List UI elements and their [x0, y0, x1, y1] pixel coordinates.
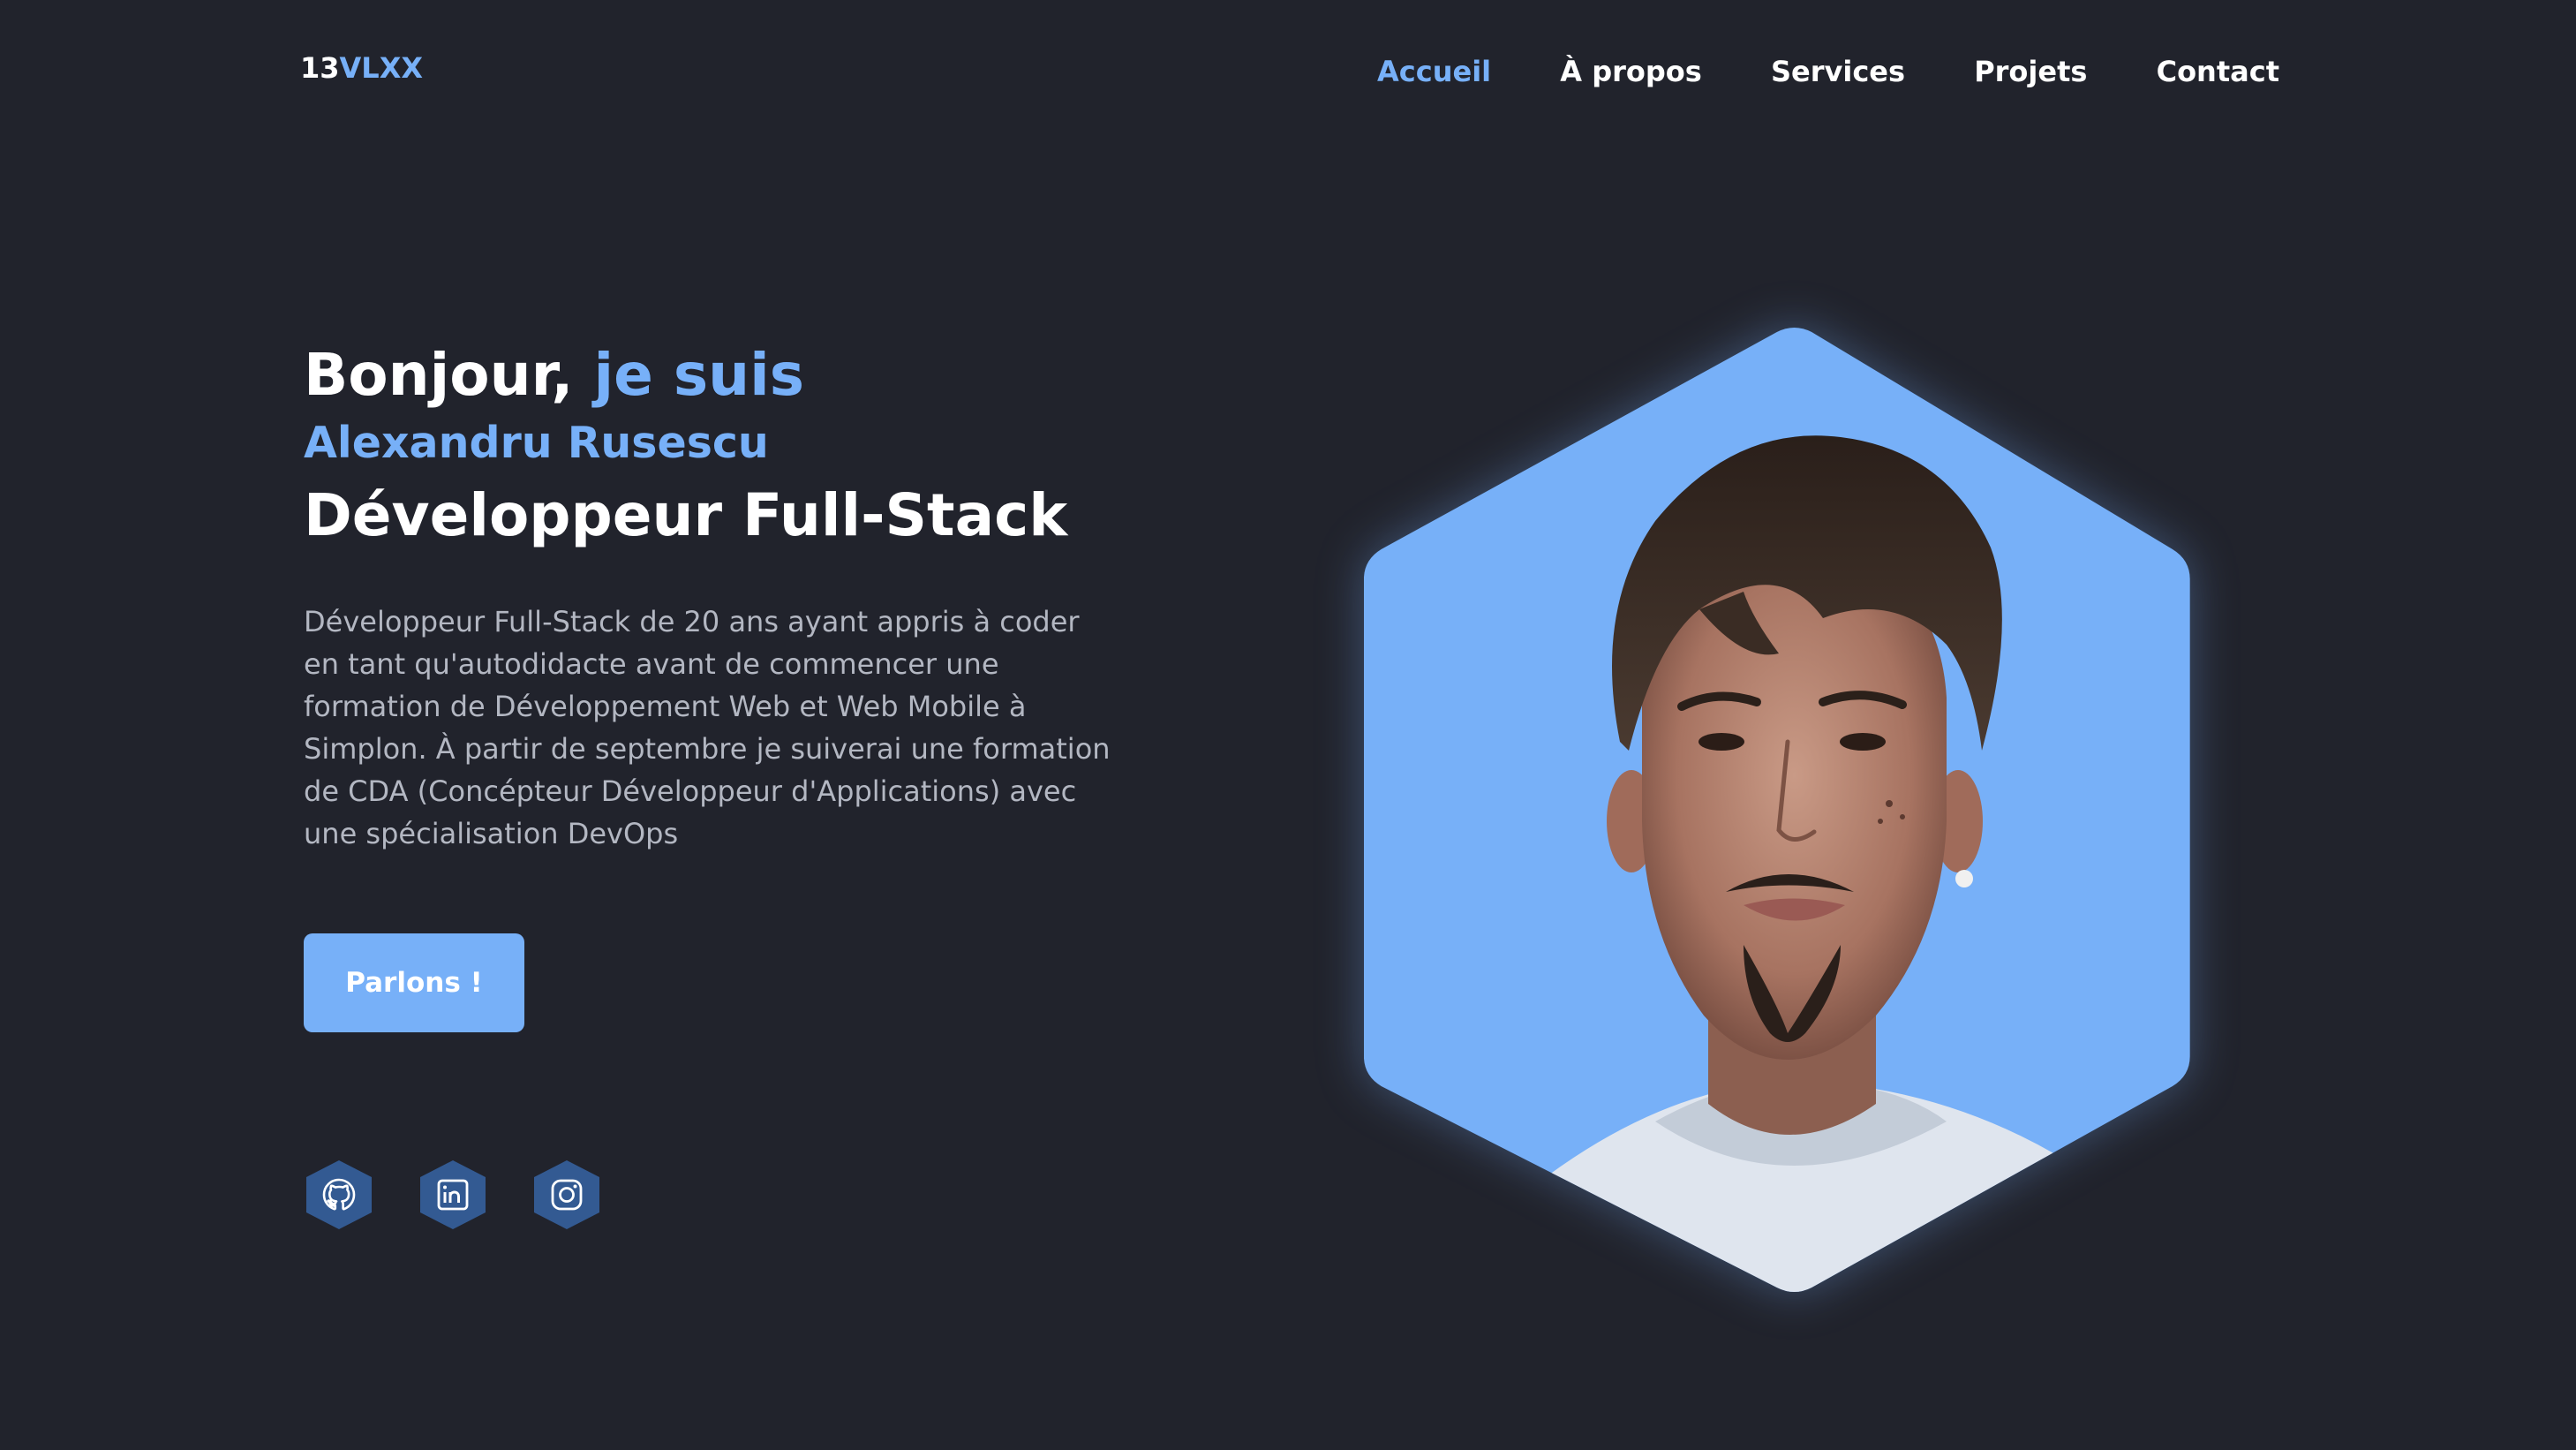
hero-description: Développeur Full-Stack de 20 ans ayant a… — [304, 605, 1111, 850]
hero-name: Alexandru Rusescu — [304, 418, 769, 468]
nav-item-services[interactable]: Services — [1771, 55, 1905, 88]
greeting-text: Bonjour, — [304, 341, 574, 409]
greeting-accent: je suis — [593, 341, 805, 409]
hero-section: Bonjour, je suis Alexandru Rusescu Dével… — [304, 336, 1116, 855]
nav-item-projets[interactable]: Projets — [1974, 55, 2087, 88]
logo-prefix: 13 — [300, 51, 340, 85]
github-icon — [306, 1160, 372, 1229]
linkedin-link[interactable] — [417, 1159, 489, 1231]
profile-portrait — [1364, 327, 2211, 1298]
contact-cta-button[interactable]: Parlons ! — [304, 933, 524, 1032]
main-nav: Accueil À propos Services Projets Contac… — [1377, 49, 2279, 94]
nav-item-a-propos[interactable]: À propos — [1560, 55, 1702, 88]
portrait-image — [1364, 328, 2190, 1292]
nav-item-accueil[interactable]: Accueil — [1377, 55, 1491, 88]
instagram-link[interactable] — [531, 1159, 603, 1231]
logo-accent: VLXX — [339, 51, 424, 85]
github-link[interactable] — [303, 1159, 375, 1231]
site-logo[interactable]: 13VLXX — [300, 51, 423, 85]
hero-role: Développeur Full-Stack — [304, 481, 1068, 549]
instagram-icon — [534, 1160, 599, 1229]
social-links — [303, 1159, 603, 1231]
linkedin-icon — [420, 1160, 486, 1229]
page: 13VLXX Accueil À propos Services Projets… — [0, 0, 2576, 1450]
hero-greeting: Bonjour, je suis — [304, 336, 1116, 415]
nav-item-contact[interactable]: Contact — [2157, 55, 2279, 88]
